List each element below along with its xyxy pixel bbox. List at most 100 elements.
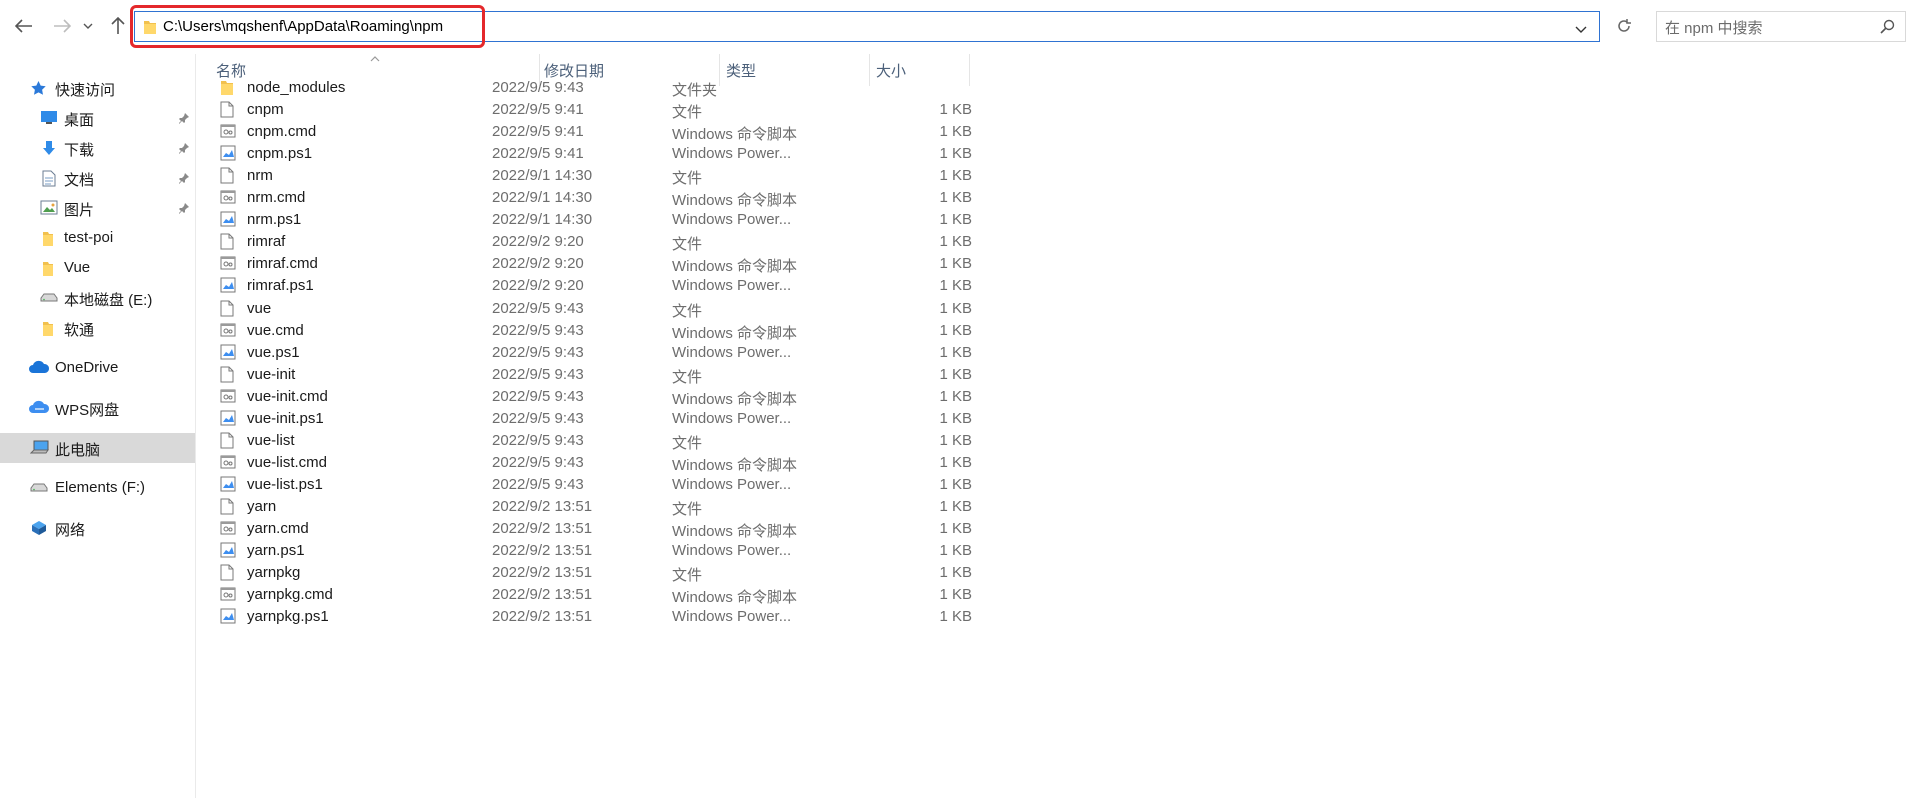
recent-locations-button[interactable] [80,14,96,38]
address-bar[interactable]: C:\Users\mqshenf\AppData\Roaming\npm [134,11,1600,42]
sidebar-item-label: 本地磁盘 (E:) [64,292,153,309]
file-name[interactable]: cnpm.cmd [247,123,316,140]
file-name[interactable]: yarn [247,498,276,515]
file-name[interactable]: yarnpkg.ps1 [247,608,329,625]
sidebar-item-wps-cloud[interactable]: WPS网盘 [0,393,195,423]
refresh-icon [1618,19,1631,32]
file-size: 1 KB [939,189,972,207]
file-date: 2022/9/5 9:43 [492,431,584,449]
file-name[interactable]: yarn.cmd [247,520,309,537]
search-box[interactable] [1656,11,1906,42]
file-name[interactable]: vue-list.cmd [247,454,327,471]
sidebar-item-documents[interactable]: 文档 [0,163,195,193]
file-name[interactable]: nrm.ps1 [247,211,301,228]
address-dropdown-chevron-icon[interactable] [1575,21,1587,39]
search-input[interactable] [1663,16,1867,40]
file-date: 2022/9/5 9:43 [492,79,584,96]
file-date: 2022/9/5 9:41 [492,101,584,119]
file-size: 1 KB [939,475,972,493]
file-name[interactable]: yarn.ps1 [247,542,305,559]
navigation-bar: C:\Users\mqshenf\AppData\Roaming\npm [0,0,1920,54]
file-size: 1 KB [939,431,972,449]
sidebar-item-this-pc[interactable]: 此电脑 [0,433,195,463]
file-name[interactable]: rimraf.cmd [247,255,318,272]
sidebar-item-test-poi[interactable]: test-poi [0,223,195,253]
sidebar-item-ruantong[interactable]: 软通 [0,313,195,343]
file-date: 2022/9/1 14:30 [492,189,593,207]
sidebar-item-vue[interactable]: Vue [0,253,195,283]
file-name[interactable]: yarnpkg.cmd [247,586,333,603]
file-date: 2022/9/2 9:20 [492,233,584,251]
file-name[interactable]: vue-list [247,432,295,449]
cloud-icon [28,360,50,376]
file-size: 1 KB [939,520,972,537]
refresh-button[interactable] [1612,14,1636,38]
file-name[interactable]: vue-list.ps1 [247,476,323,493]
file-name[interactable]: vue [247,300,271,317]
picture-icon [40,200,58,216]
sidebar-item-label: 此电脑 [55,442,101,459]
up-arrow-icon [111,17,125,34]
file-size: 1 KB [939,123,972,141]
sidebar-item-quick-access[interactable]: 快速访问 [0,73,195,103]
navigation-pane: 快速访问 桌面 下载 文档 图片 test-poi Vue 本地磁盘 (E:) … [0,54,196,798]
file-date: 2022/9/2 13:51 [492,586,593,604]
sidebar-item-label: test-poi [64,229,114,246]
file-size: 1 KB [939,211,972,229]
file-size: 1 KB [939,586,972,604]
file-size: 1 KB [939,387,972,405]
file-date: 2022/9/1 14:30 [492,211,593,229]
file-name[interactable]: vue-init [247,366,295,383]
forward-button[interactable] [50,14,74,38]
sidebar-item-elements-f[interactable]: Elements (F:) [0,473,195,503]
search-icon[interactable] [1880,19,1895,39]
sidebar-item-local-disk-e[interactable]: 本地磁盘 (E:) [0,283,195,313]
file-name[interactable]: vue-init.cmd [247,388,328,405]
file-name[interactable]: node_modules [247,79,345,96]
sidebar-item-desktop[interactable]: 桌面 [0,103,195,133]
sidebar-item-onedrive[interactable]: OneDrive [0,353,195,383]
file-date: 2022/9/1 14:30 [492,167,593,185]
sidebar-item-label: Elements (F:) [55,479,146,496]
file-size: 1 KB [939,608,972,626]
forward-arrow-icon [54,19,71,33]
sidebar-item-pictures[interactable]: 图片 [0,193,195,223]
file-name[interactable]: nrm [247,167,273,184]
file-date: 2022/9/5 9:43 [492,387,584,405]
file-row[interactable]: yarnpkg.ps1 2022/9/2 13:51 Windows Power..… [212,603,1162,630]
computer-icon [29,440,49,456]
file-name[interactable]: vue-init.ps1 [247,410,324,427]
file-name[interactable]: rimraf.ps1 [247,277,314,294]
file-name[interactable]: nrm.cmd [247,189,305,206]
file-date: 2022/9/2 13:51 [492,608,593,626]
sidebar-item-label: Vue [64,259,91,276]
address-path[interactable]: C:\Users\mqshenf\AppData\Roaming\npm [163,18,443,35]
sidebar-item-label: 桌面 [64,112,95,129]
up-button[interactable] [106,14,130,38]
file-size: 1 KB [939,167,972,185]
file-name[interactable]: vue.ps1 [247,344,300,361]
file-name[interactable]: vue.cmd [247,322,304,339]
file-size: 1 KB [939,101,972,119]
file-size: 1 KB [939,453,972,471]
back-button[interactable] [12,14,36,38]
file-size: 1 KB [939,145,972,163]
sidebar-item-label: 下载 [64,142,95,159]
sidebar-item-network[interactable]: 网络 [0,513,195,543]
file-size: 1 KB [939,321,972,339]
pin-icon [178,171,190,188]
sidebar-item-label: WPS网盘 [55,402,120,419]
sidebar-item-downloads[interactable]: 下载 [0,133,195,163]
file-date: 2022/9/5 9:43 [492,365,584,383]
file-name[interactable]: yarnpkg [247,564,300,581]
file-name[interactable]: cnpm.ps1 [247,145,312,162]
sidebar-item-label: OneDrive [55,359,119,376]
file-size: 1 KB [939,409,972,427]
file-size: 1 KB [939,365,972,383]
document-icon [42,170,60,187]
file-date: 2022/9/5 9:43 [492,321,584,339]
file-name[interactable]: cnpm [247,101,284,118]
file-name[interactable]: rimraf [247,233,285,250]
file-date: 2022/9/5 9:43 [492,453,584,471]
file-date: 2022/9/5 9:43 [492,299,584,317]
